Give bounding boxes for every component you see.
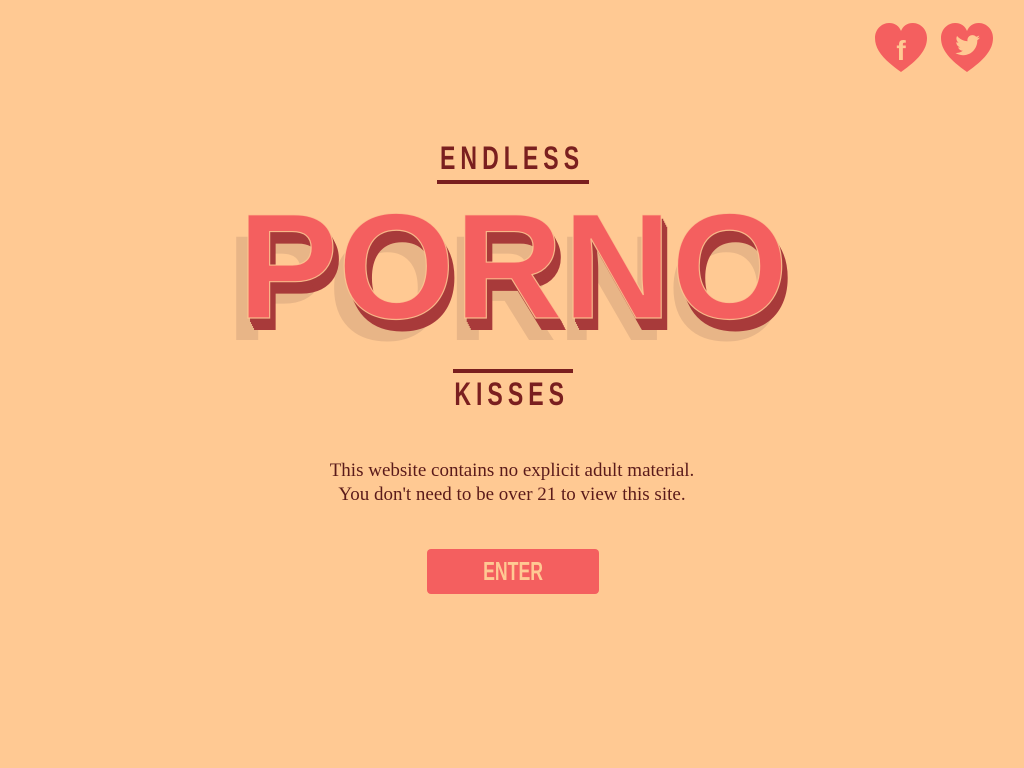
facebook-button[interactable]: f — [874, 22, 928, 74]
logo-top-wrap: ENDLESS — [0, 142, 1024, 174]
logo-inline-text: PORNO — [238, 190, 788, 350]
logo-bottom-rule — [453, 369, 573, 373]
facebook-icon: f — [896, 35, 906, 66]
logo-top-word: ENDLESS — [439, 140, 585, 176]
enter-button-label: ENTER — [483, 556, 543, 586]
logo-main-word: PORNO PORNO PORNO PORNO PORNO PORNO PORN… — [226, 190, 794, 360]
social-links: f — [874, 22, 994, 74]
disclaimer-line-2: You don't need to be over 21 to view thi… — [338, 484, 686, 505]
disclaimer-line-1: This website contains no explicit adult … — [329, 460, 695, 481]
disclaimer: This website contains no explicit adult … — [0, 459, 1024, 507]
twitter-button[interactable] — [940, 22, 994, 74]
logo-bottom-wrap: KISSES — [0, 378, 1024, 410]
enter-button[interactable]: ENTER — [427, 549, 599, 594]
twitter-heart-icon — [941, 23, 993, 72]
facebook-heart-icon: f — [875, 23, 927, 72]
logo-bottom-word: KISSES — [454, 376, 570, 412]
logo-top-rule — [437, 180, 589, 184]
